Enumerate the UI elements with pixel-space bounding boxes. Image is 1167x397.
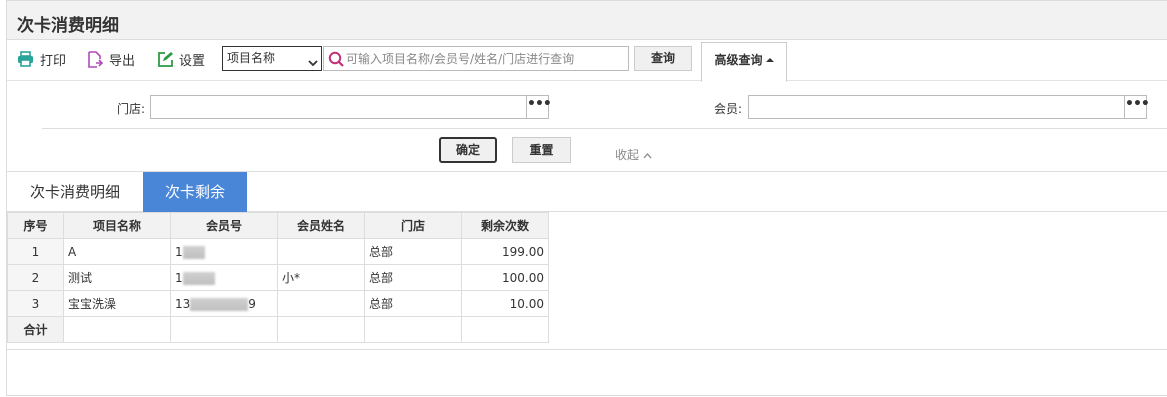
redaction-mask <box>190 297 249 311</box>
cell-store: 总部 <box>364 238 462 265</box>
cell-index: 3 <box>7 290 64 317</box>
search-input[interactable] <box>346 49 622 68</box>
cell-item: 测试 <box>63 264 171 291</box>
reset-button[interactable]: 重置 <box>512 137 571 163</box>
member-no-tail: 9 <box>248 296 256 311</box>
col-header-index[interactable]: 序号 <box>7 212 64 239</box>
report-tabs: 次卡消费明细 次卡剩余 <box>7 171 1167 212</box>
cell-member-no: 1 <box>170 238 278 265</box>
cell-store: 总部 <box>364 264 462 291</box>
member-input[interactable] <box>748 95 1126 119</box>
redaction-mask <box>182 245 205 259</box>
cell-index: 1 <box>7 238 64 265</box>
member-no-text: 13 <box>175 296 191 311</box>
page-title-bar: 次卡消费明细 <box>7 0 1167 40</box>
chevron-down-icon <box>308 53 318 76</box>
more-dots-icon: ••• <box>527 96 552 112</box>
cell-member-name <box>277 238 365 265</box>
member-label: 会员: <box>714 102 743 116</box>
collapse-link[interactable]: 收起 <box>615 146 652 163</box>
query-button[interactable]: 查询 <box>634 46 692 71</box>
store-input[interactable] <box>150 95 527 119</box>
store-picker-button[interactable]: ••• <box>526 95 552 119</box>
more-dots-icon: ••• <box>1125 96 1150 112</box>
search-field-select[interactable]: 项目名称 <box>222 46 322 71</box>
col-header-remaining[interactable]: 剩余次数 <box>461 212 549 239</box>
cell-remaining: 10.00 <box>461 290 549 317</box>
settings-button[interactable]: 设置 <box>157 50 206 69</box>
page-title: 次卡消费明细 <box>17 16 119 36</box>
edit-settings-icon <box>157 51 173 67</box>
cell-remaining: 100.00 <box>461 264 549 291</box>
export-button[interactable]: 导出 <box>87 50 136 69</box>
toolbar: 打印 导出 设置 项目名称 查询 高级 <box>7 40 1167 82</box>
member-no-text: 1 <box>175 270 183 285</box>
cell-remaining: 199.00 <box>461 238 549 265</box>
table-row[interactable]: 1 A 1 总部 199.00 <box>7 238 549 265</box>
total-label: 合计 <box>7 316 64 343</box>
total-cell <box>277 316 365 343</box>
cell-member-no: 13 9 <box>170 290 278 317</box>
total-cell <box>461 316 549 343</box>
table-row[interactable]: 2 测试 1 小* 总部 100.00 <box>7 264 549 291</box>
table-row[interactable]: 3 宝宝洗澡 13 9 总部 10.00 <box>7 290 549 317</box>
settings-label: 设置 <box>179 53 206 69</box>
printer-icon <box>17 51 34 67</box>
tab-card-consumption-detail[interactable]: 次卡消费明细 <box>15 172 135 212</box>
cell-item: A <box>63 238 171 265</box>
redaction-mask <box>182 271 215 285</box>
advanced-filter-panel: 门店: ••• 会员: ••• 确定 重置 收起 <box>7 81 1167 171</box>
col-header-member-name[interactable]: 会员姓名 <box>277 212 365 239</box>
print-label: 打印 <box>40 53 67 69</box>
tab-card-remaining[interactable]: 次卡剩余 <box>143 172 247 212</box>
total-cell <box>364 316 462 343</box>
cell-member-name: 小* <box>277 264 365 291</box>
cell-item: 宝宝洗澡 <box>63 290 171 317</box>
export-label: 导出 <box>109 53 136 69</box>
confirm-button[interactable]: 确定 <box>439 137 497 163</box>
col-header-item[interactable]: 项目名称 <box>63 212 171 239</box>
table-total-row: 合计 <box>7 316 549 343</box>
caret-up-icon <box>765 57 774 62</box>
advanced-search-label: 高级查询 <box>714 53 763 67</box>
cell-store: 总部 <box>364 290 462 317</box>
print-button[interactable]: 打印 <box>17 50 67 69</box>
chevron-up-icon <box>643 148 652 162</box>
total-cell <box>63 316 171 343</box>
col-header-member-no[interactable]: 会员号 <box>170 212 278 239</box>
store-label: 门店: <box>117 102 146 116</box>
filter-divider <box>42 128 1167 129</box>
cell-index: 2 <box>7 264 64 291</box>
table-header-row: 序号 项目名称 会员号 会员姓名 门店 剩余次数 <box>7 212 549 239</box>
table-bottom-divider <box>7 349 1167 350</box>
cell-member-name <box>277 290 365 317</box>
report-frame: 次卡消费明细 打印 导出 设置 项目名称 可输入项目名称/会员号/姓名/门店进行… <box>6 0 1167 396</box>
member-picker-button[interactable]: ••• <box>1124 95 1150 119</box>
remaining-table: 序号 项目名称 会员号 会员姓名 门店 剩余次数 1 A 1 总部 199.00… <box>7 212 549 343</box>
collapse-label: 收起 <box>615 148 640 162</box>
advanced-search-button[interactable]: 高级查询 <box>701 42 787 82</box>
total-cell <box>170 316 278 343</box>
col-header-store[interactable]: 门店 <box>364 212 462 239</box>
cell-member-no: 1 <box>170 264 278 291</box>
export-icon <box>87 50 103 68</box>
select-value: 项目名称 <box>227 51 276 65</box>
member-no-text: 1 <box>175 244 183 259</box>
search-box <box>323 46 629 71</box>
